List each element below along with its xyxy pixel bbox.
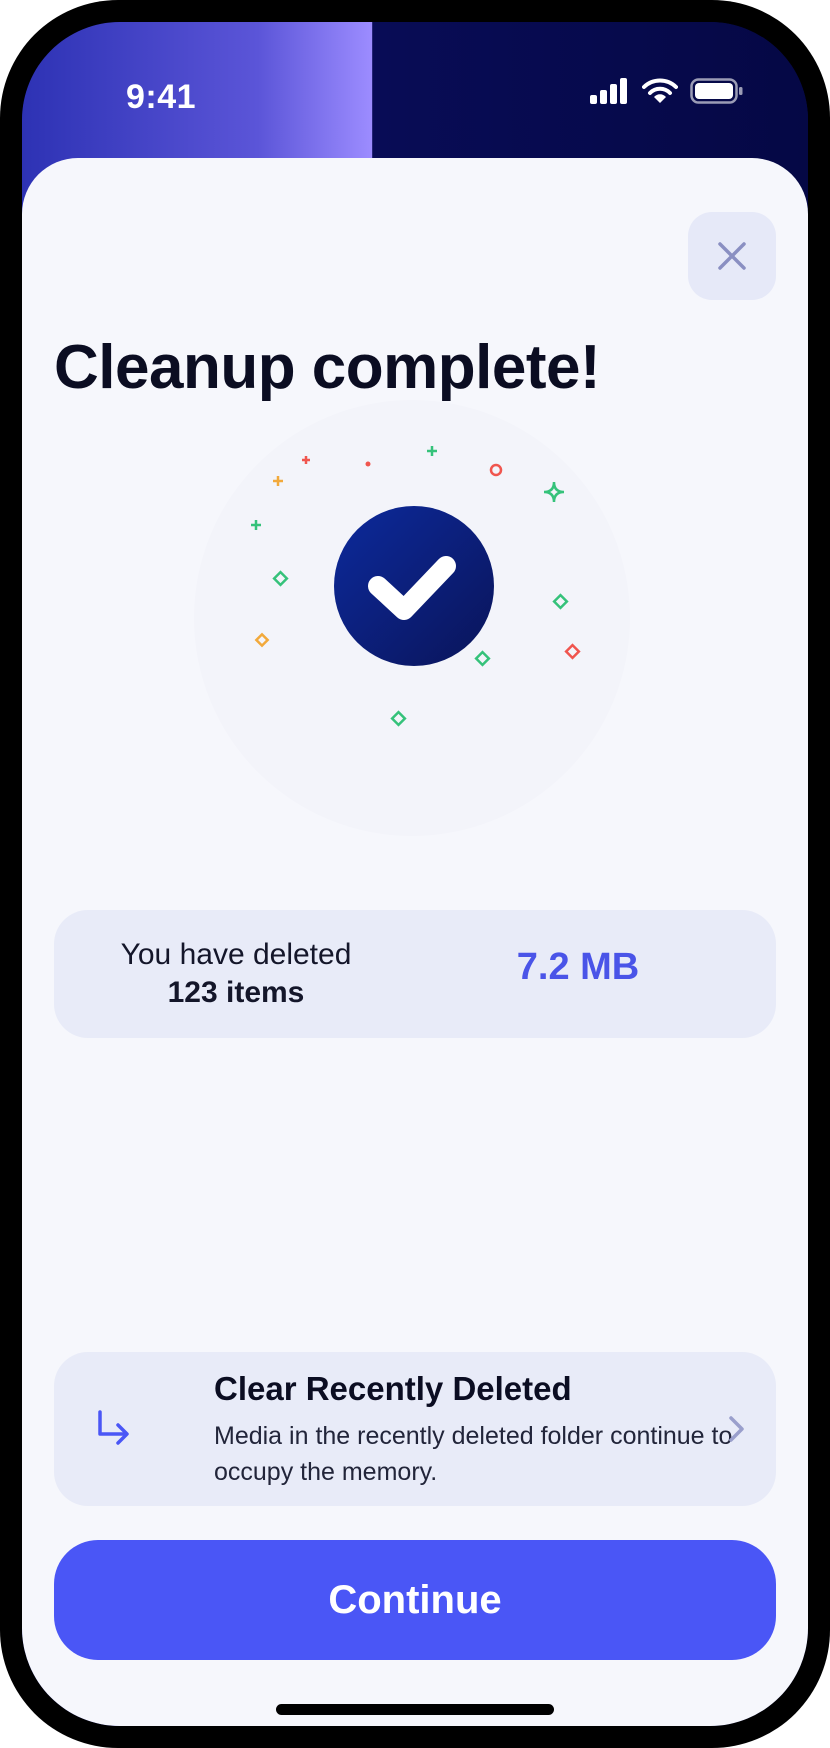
screen: 9:41 Cleanup complete! You have deleted … — [22, 22, 808, 1726]
deleted-label: You have deleted — [120, 938, 352, 971]
chevron-right-icon — [729, 1416, 744, 1442]
cleanup-sheet: Cleanup complete! You have deleted 123 i… — [22, 158, 808, 1726]
close-button[interactable] — [688, 212, 776, 300]
phone-frame: 9:41 Cleanup complete! You have deleted … — [0, 0, 830, 1748]
recently-deleted-description: Media in the recently deleted folder con… — [214, 1422, 733, 1486]
deleted-size: 7.2 MB — [516, 946, 640, 988]
status-time: 9:41 — [126, 78, 197, 116]
deleted-summary-text: You have deleted 123 items — [116, 936, 356, 1012]
continue-button[interactable]: Continue — [54, 1540, 776, 1660]
success-illustration — [194, 400, 630, 836]
signal-icon — [590, 78, 627, 104]
home-indicator — [276, 1704, 554, 1715]
deleted-count: 123 items — [167, 976, 305, 1009]
status-icons — [590, 78, 744, 104]
recently-deleted-title: Clear Recently Deleted — [214, 1370, 572, 1407]
deleted-summary-card: You have deleted 123 items 7.2 MB — [54, 910, 776, 1038]
arrow-turn-down-right-icon — [98, 1410, 129, 1445]
battery-icon — [690, 78, 743, 104]
clear-recently-deleted-card[interactable]: Clear Recently Deleted Media in the rece… — [54, 1352, 776, 1506]
wifi-icon — [642, 78, 678, 103]
close-icon — [718, 242, 746, 270]
status-bar: 9:41 — [22, 22, 808, 152]
page-title: Cleanup complete! — [54, 333, 601, 402]
